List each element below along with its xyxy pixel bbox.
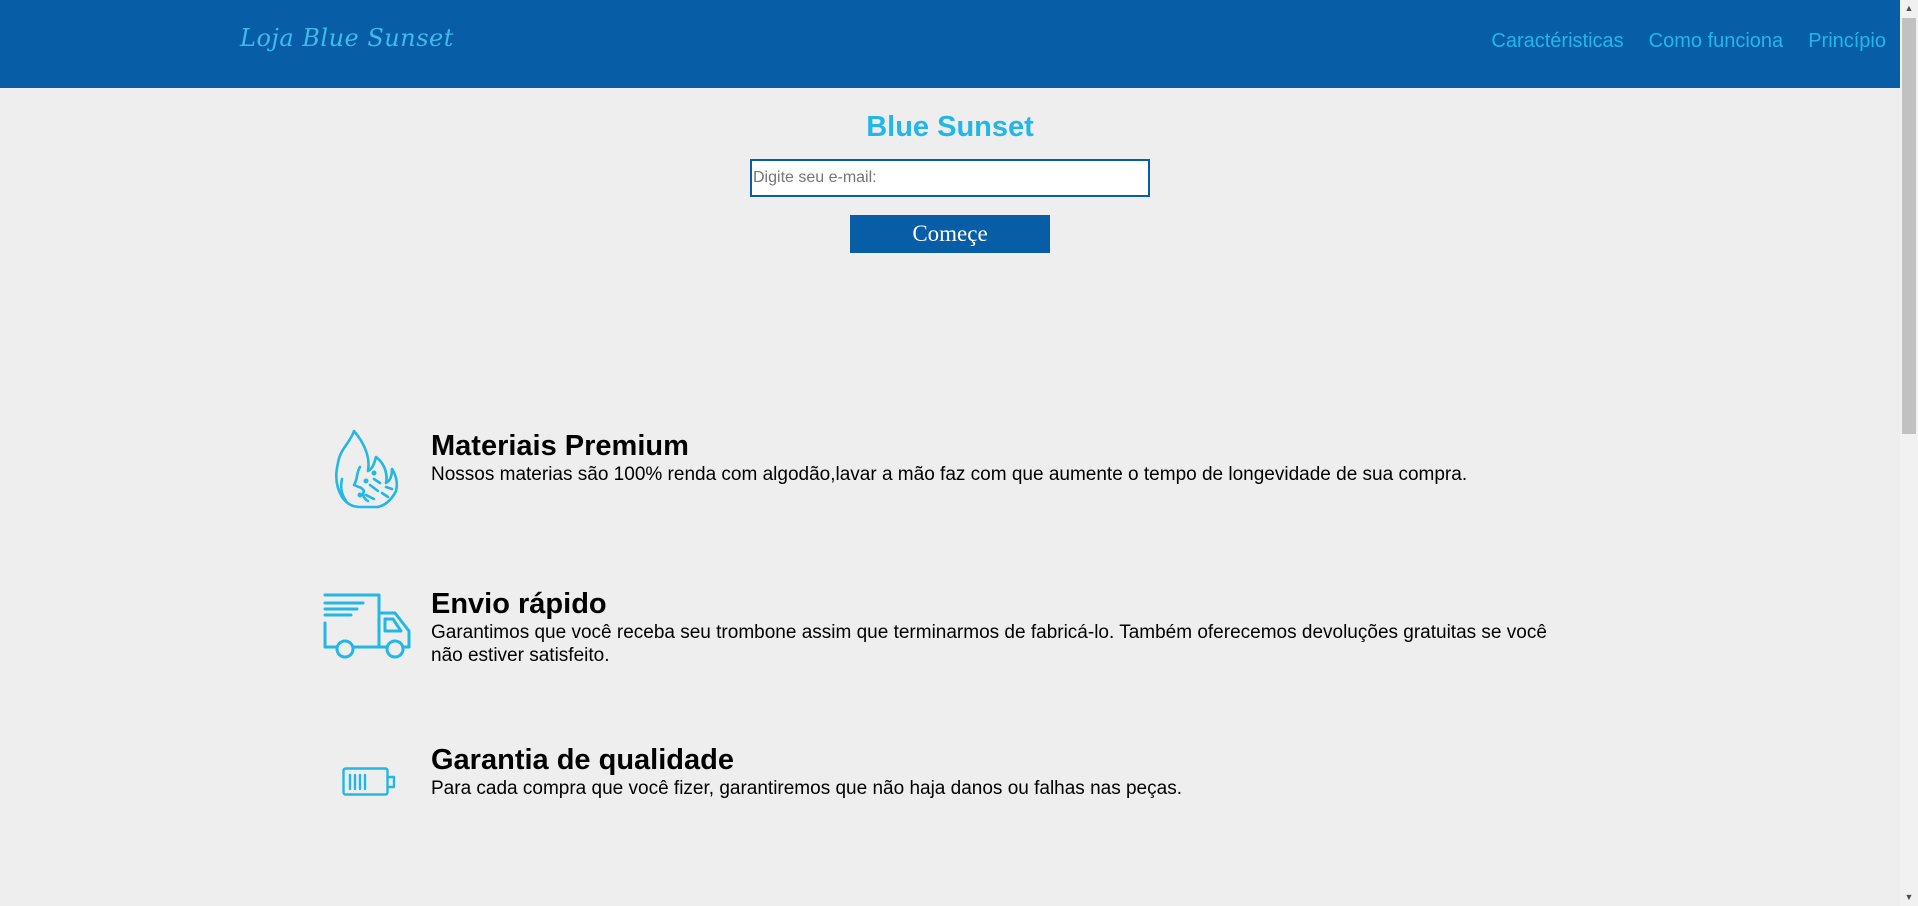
feature-text: Envio rápido Garantimos que você receba … [431,587,1571,667]
site-header: Loja Blue Sunset Caractéristicas Como fu… [0,0,1900,88]
nav-link-principio[interactable]: Princípio [1808,30,1886,53]
main-nav: Caractéristicas Como funciona Princípio [1491,30,1886,53]
start-button[interactable]: Começe [850,215,1050,253]
fire-icon [330,429,400,514]
feature-description: Para cada compra que você fizer, garanti… [431,778,1182,799]
feature-title: Garantia de qualidade [431,744,734,776]
truck-icon [323,593,413,666]
vertical-scrollbar[interactable]: ▲ ▼ [1900,0,1918,906]
brand-logo[interactable]: Loja Blue Sunset [240,24,454,52]
scroll-down-icon[interactable]: ▼ [1900,889,1918,906]
feature-description: Nossos materias são 100% renda com algod… [431,464,1468,485]
hero-title: Blue Sunset [866,111,1034,143]
nav-link-caracteristicas[interactable]: Caractéristicas [1491,30,1623,53]
battery-icon [342,767,396,802]
scrollbar-thumb[interactable] [1902,18,1916,434]
feature-title: Materiais Premium [431,430,689,462]
feature-description: Garantimos que você receba seu trombone … [431,622,1547,666]
nav-link-como-funciona[interactable]: Como funciona [1649,30,1784,53]
email-input[interactable] [750,159,1150,197]
feature-quality-guarantee: Garantia de qualidade Para cada compra q… [320,743,1570,803]
feature-fast-shipping: Envio rápido Garantimos que você receba … [320,587,1570,667]
scroll-up-icon[interactable]: ▲ [1900,0,1918,17]
feature-title: Envio rápido [431,588,607,620]
feature-text: Materiais Premium Nossos materias são 10… [431,429,1571,486]
feature-text: Garantia de qualidade Para cada compra q… [431,743,1571,800]
feature-premium-materials: Materiais Premium Nossos materias são 10… [320,429,1570,509]
